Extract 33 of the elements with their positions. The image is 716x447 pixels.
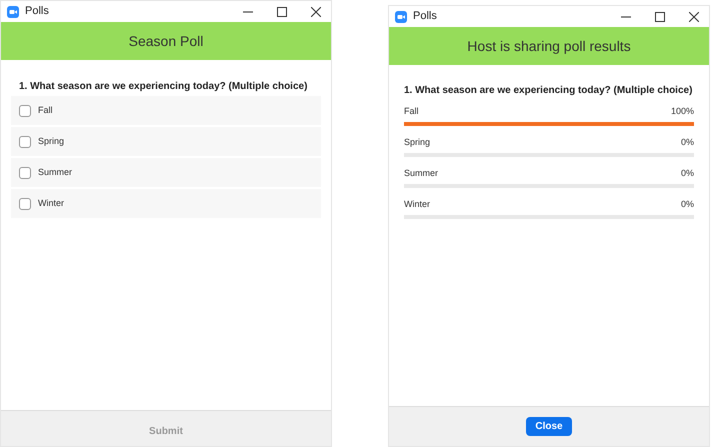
option-row[interactable]: Fall (11, 96, 321, 125)
percent-label: 0% (680, 198, 694, 210)
app-icon (7, 6, 19, 18)
checkbox[interactable] (19, 198, 31, 210)
window-title: Polls (413, 9, 437, 24)
question-text: 1. What season are we experiencing today? (Multiple choice) (19, 80, 308, 94)
option-row[interactable]: Spring (11, 127, 321, 156)
option-label: Winter (38, 196, 64, 210)
checkbox[interactable] (19, 136, 31, 148)
header-title: Season Poll (128, 32, 204, 50)
percent-label: 0% (680, 136, 694, 148)
percent-label: 100% (670, 104, 694, 118)
option-label: Spring (38, 134, 64, 148)
close-button[interactable]: Close (526, 417, 572, 436)
option-label: Summer (38, 166, 72, 179)
option-row[interactable]: Winter (11, 189, 321, 218)
close-icon[interactable] (311, 6, 321, 16)
window-title: Polls (25, 4, 49, 20)
header-title: Host is sharing poll results (467, 36, 631, 56)
app-icon (395, 10, 407, 22)
option-label: Fall (38, 104, 53, 117)
close-icon[interactable] (689, 12, 699, 22)
maximize-icon[interactable] (655, 12, 665, 22)
maximize-icon[interactable] (277, 6, 287, 16)
checkbox[interactable] (19, 104, 31, 116)
percent-label: 0% (680, 166, 694, 180)
question-text: 1. What season are we experiencing today? (Multiple choice) (404, 84, 694, 98)
option-label: Winter (404, 198, 430, 210)
option-label: Fall (404, 104, 419, 118)
checkbox[interactable] (19, 166, 31, 178)
option-label: Spring (404, 136, 430, 149)
option-label: Summer (404, 166, 438, 180)
option-row[interactable]: Summer (11, 158, 321, 187)
